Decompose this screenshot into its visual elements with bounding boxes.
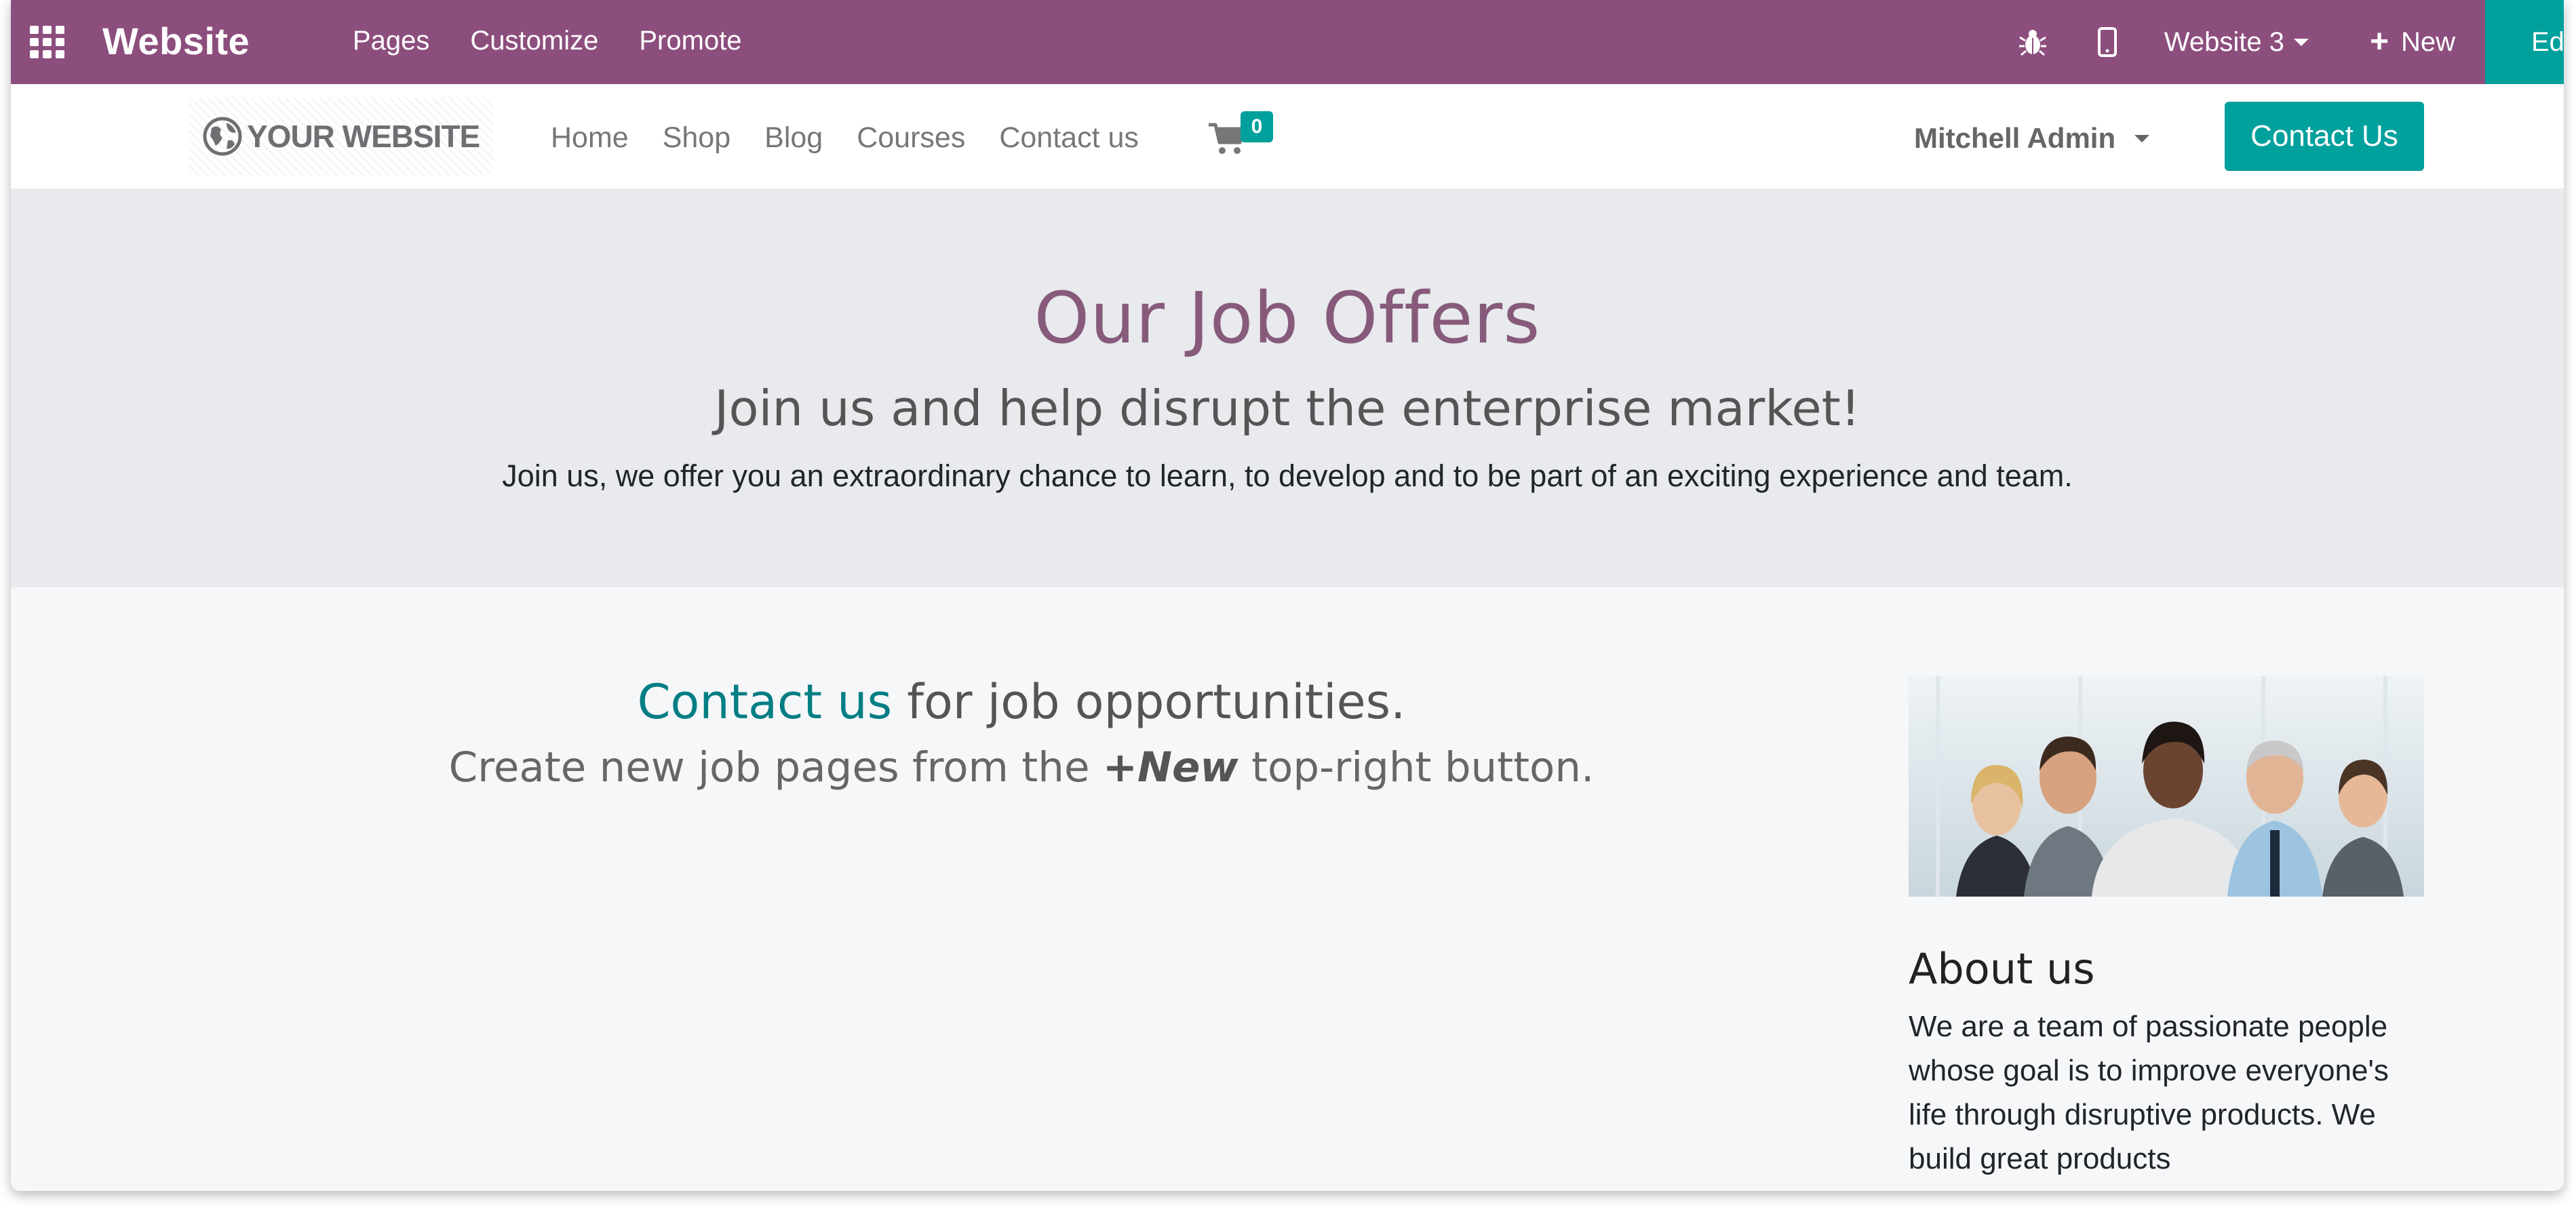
contact-us-button[interactable]: Contact Us [2225, 102, 2424, 171]
menu-customize[interactable]: Customize [470, 26, 598, 56]
edit-button[interactable]: Edit [2485, 0, 2564, 84]
chevron-down-icon [2293, 38, 2309, 46]
browser-page: Website Pages Customize Promote Website … [11, 0, 2564, 1191]
main-content: Contact us for job opportunities. Create… [11, 587, 2564, 1191]
site-logo[interactable]: YOUR WEBSITE [189, 98, 494, 175]
user-name: Mitchell Admin [1914, 122, 2116, 154]
create-job-hint: Create new job pages from the +New top-r… [11, 743, 2032, 791]
team-photo [1909, 675, 2424, 897]
hero-text: Join us, we offer you an extraordinary c… [502, 458, 2073, 493]
contact-cta: Contact us for job opportunities. [11, 674, 2032, 730]
chevron-down-icon [2134, 134, 2150, 142]
apps-grid-icon[interactable] [30, 26, 65, 58]
site-nav: Home Shop Blog Courses Contact us [551, 121, 1173, 155]
globe-icon [203, 117, 242, 156]
site-header: YOUR WEBSITE Home Shop Blog Courses Cont… [11, 84, 2564, 189]
about-sidebar: About us We are a team of passionate peo… [1909, 675, 2424, 1181]
edit-button-label: Edit [2531, 26, 2564, 57]
hint-new-keyword: +New [1102, 743, 1238, 791]
debug-bug-icon[interactable] [2014, 23, 2052, 61]
hint-text-end: top-right button. [1238, 743, 1595, 791]
hero-subtitle: Join us and help disrupt the enterprise … [714, 380, 1860, 437]
admin-navbar: Website Pages Customize Promote Website … [11, 0, 2564, 84]
plus-icon: + [2369, 24, 2389, 60]
logo-text: YOUR WEBSITE [247, 119, 480, 154]
hero-section: Our Job Offers Join us and help disrupt … [11, 189, 2564, 587]
menu-promote[interactable]: Promote [639, 26, 741, 56]
admin-menu: Pages Customize Promote [353, 26, 783, 56]
nav-home[interactable]: Home [551, 121, 629, 155]
about-text: We are a team of passionate people whose… [1909, 1010, 2389, 1175]
nav-courses[interactable]: Courses [857, 121, 965, 155]
nav-blog[interactable]: Blog [764, 121, 823, 155]
hint-text-start: Create new job pages from the [448, 743, 1103, 791]
nav-shop[interactable]: Shop [663, 121, 730, 155]
page-title: Our Job Offers [1034, 277, 1541, 359]
user-menu[interactable]: Mitchell Admin [1914, 122, 2150, 155]
job-offers-column: Contact us for job opportunities. Create… [11, 674, 2032, 791]
new-button[interactable]: + New [2370, 26, 2455, 58]
new-button-label: New [2400, 26, 2455, 57]
app-title[interactable]: Website [102, 19, 250, 63]
admin-right-toolbar: Website 3 + New Edit [2014, 0, 2564, 84]
website-selector-label: Website 3 [2164, 26, 2284, 57]
cta-text: for job opportunities. [892, 674, 1406, 730]
about-title: About us [1909, 944, 2095, 994]
nav-contact-us[interactable]: Contact us [999, 121, 1139, 155]
cart-count-badge: 0 [1241, 111, 1273, 142]
mobile-preview-icon[interactable] [2088, 23, 2126, 61]
menu-pages[interactable]: Pages [353, 26, 429, 56]
website-selector[interactable]: Website 3 [2164, 27, 2309, 58]
contact-us-link[interactable]: Contact us [638, 674, 892, 730]
